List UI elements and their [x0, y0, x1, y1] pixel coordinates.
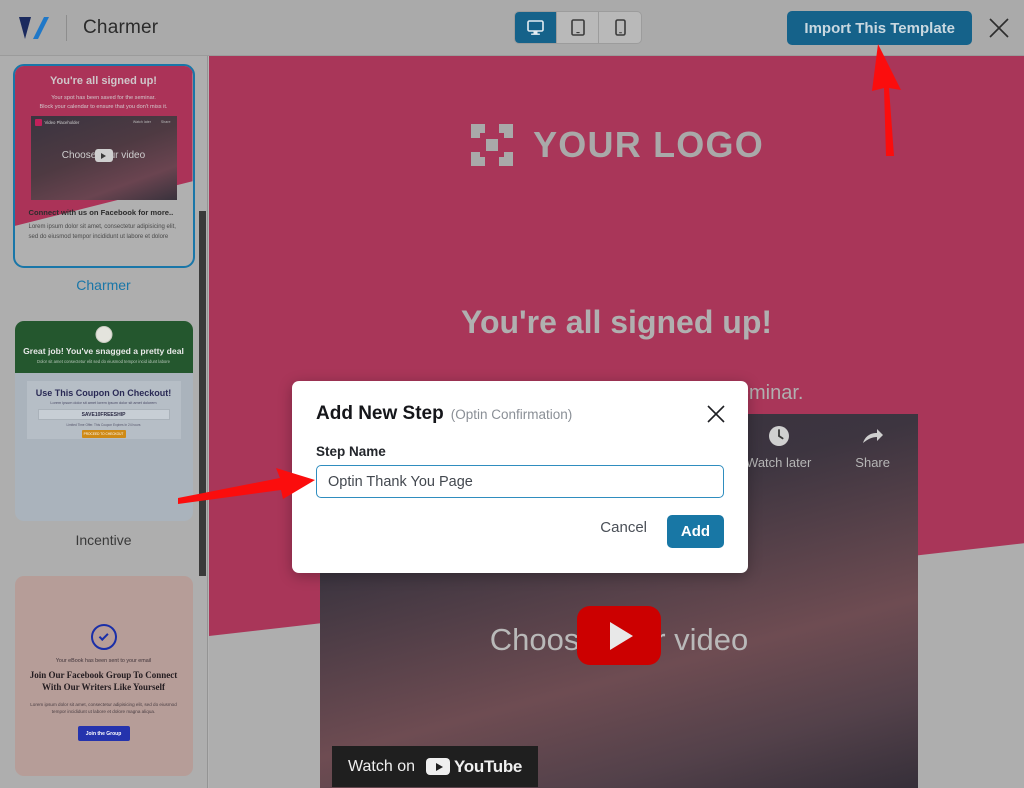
- share-arrow-icon: [855, 424, 890, 451]
- thumb-title: Join Our Facebook Group To Connect With …: [29, 670, 178, 693]
- thumb-video: Video Placeholder Watch later Share Choo…: [30, 116, 177, 200]
- dialog-title-row: Add New Step (Optin Confirmation): [316, 403, 724, 425]
- watch-later-label: Watch later: [746, 455, 812, 470]
- thumb-coupon-button: PROCEED TO CHECKOUT: [81, 430, 126, 438]
- thumb-title: Great job! You've snagged a pretty deal: [23, 346, 184, 356]
- preview-logo: YOUR LOGO: [209, 122, 1024, 168]
- device-tablet-button[interactable]: [557, 12, 599, 43]
- thumb-subtitle: Your eBook has been sent to your email: [55, 658, 152, 664]
- template-name-charmer[interactable]: Charmer: [15, 277, 193, 293]
- v-slash-logo-icon: [18, 15, 52, 41]
- template-thumbnail[interactable]: You're all signed up! Your spot has been…: [12, 64, 195, 268]
- watch-on-youtube-badge[interactable]: Watch on YouTube: [332, 746, 539, 787]
- thumb-coupon-code: SAVE10FREESHIP: [37, 409, 170, 420]
- preview-headline: You're all signed up!: [460, 304, 773, 340]
- share-label: Share: [855, 455, 890, 470]
- thumb-footer-body: Lorem ipsum dolor sit amet, consectetur …: [28, 224, 176, 240]
- app-title: Charmer: [83, 16, 159, 38]
- thumb-share: Share: [160, 120, 171, 124]
- import-template-button[interactable]: Import This Template: [787, 11, 972, 45]
- thumb-coupon-sub: Lorem ipsum dolor sit amet lorem ipsum d…: [50, 401, 157, 405]
- step-name-label: Step Name: [316, 444, 386, 459]
- thumb-badge-icon: [95, 326, 112, 343]
- youtube-word: YouTube: [454, 756, 523, 776]
- watch-later-action[interactable]: Watch later: [746, 424, 811, 470]
- sidebar-scrollbar[interactable]: [199, 211, 206, 576]
- brackets-logo-icon: [471, 124, 514, 166]
- youtube-play-icon[interactable]: [577, 606, 661, 665]
- video-placeholder-icon: [34, 119, 42, 126]
- template-card-incentive[interactable]: Use This Coupon On Checkout! Lorem ipsum…: [14, 311, 193, 548]
- template-sidebar[interactable]: You're all signed up! Your spot has been…: [0, 56, 208, 788]
- youtube-wordmark: YouTube: [426, 757, 522, 777]
- brand: Charmer: [0, 14, 159, 41]
- step-name-input[interactable]: [316, 465, 724, 498]
- thumb-footer: Connect with us on Facebook for more.. L…: [29, 208, 183, 243]
- device-toggle-group[interactable]: [514, 11, 642, 44]
- thumb-body-text: Lorem ipsum dolor sit amet, consectetur …: [30, 702, 177, 715]
- device-mobile-button[interactable]: [599, 12, 641, 43]
- preview-logo-text: YOUR LOGO: [533, 124, 764, 165]
- top-bar: Charmer Import This Template: [0, 0, 1024, 56]
- close-icon[interactable]: [984, 13, 1014, 43]
- video-actions: Watch later Share: [746, 424, 890, 470]
- youtube-icon: [426, 758, 450, 775]
- thumb-subtitle: Your spot has been saved for the seminar…: [39, 95, 168, 110]
- template-thumbnail[interactable]: Use This Coupon On Checkout! Lorem ipsum…: [14, 321, 193, 521]
- template-thumbnail[interactable]: Your eBook has been sent to your email J…: [14, 576, 193, 776]
- watch-on-label: Watch on: [348, 757, 415, 775]
- thumb-video-titlebar: Video Placeholder: [34, 119, 80, 126]
- brand-divider: [66, 14, 67, 41]
- thumb-video-actions: Watch later Share: [133, 120, 171, 124]
- check-circle-icon: [90, 624, 117, 650]
- thumb-watch-later: Watch later: [132, 120, 151, 124]
- thumb-video-label: Video Placeholder: [44, 120, 80, 125]
- cancel-button[interactable]: Cancel: [600, 519, 647, 536]
- template-card-charmer[interactable]: You're all signed up! Your spot has been…: [12, 56, 195, 293]
- thumb-coupon-fine: Limited Time Offer. This Coupon Expires …: [66, 423, 141, 427]
- thumb-subtitle: Dolor sit amet consectetur elit sed do e…: [37, 359, 170, 364]
- template-name-incentive[interactable]: Incentive: [15, 532, 193, 548]
- thumb-body: Use This Coupon On Checkout! Lorem ipsum…: [14, 373, 193, 521]
- thumb-join-button: Join the Group: [77, 726, 130, 741]
- share-action[interactable]: Share: [855, 424, 890, 470]
- clock-icon: [746, 424, 811, 451]
- add-button[interactable]: Add: [667, 515, 724, 548]
- thumb-coupon-card: Use This Coupon On Checkout! Lorem ipsum…: [26, 381, 181, 439]
- dialog-title: Add New Step: [316, 403, 444, 424]
- dialog-subtitle: (Optin Confirmation): [450, 407, 573, 422]
- template-card-allure[interactable]: Your eBook has been sent to your email J…: [14, 566, 193, 788]
- thumb-title: You're all signed up!: [50, 75, 157, 87]
- thumb-play-icon: [94, 149, 113, 162]
- device-desktop-button[interactable]: [515, 12, 557, 43]
- dialog-close-icon[interactable]: [702, 400, 730, 428]
- thumb-coupon-heading: Use This Coupon On Checkout!: [35, 388, 172, 398]
- thumb-footer-heading: Connect with us on Facebook for more..: [28, 208, 174, 217]
- add-new-step-dialog: Add New Step (Optin Confirmation) Step N…: [292, 381, 748, 573]
